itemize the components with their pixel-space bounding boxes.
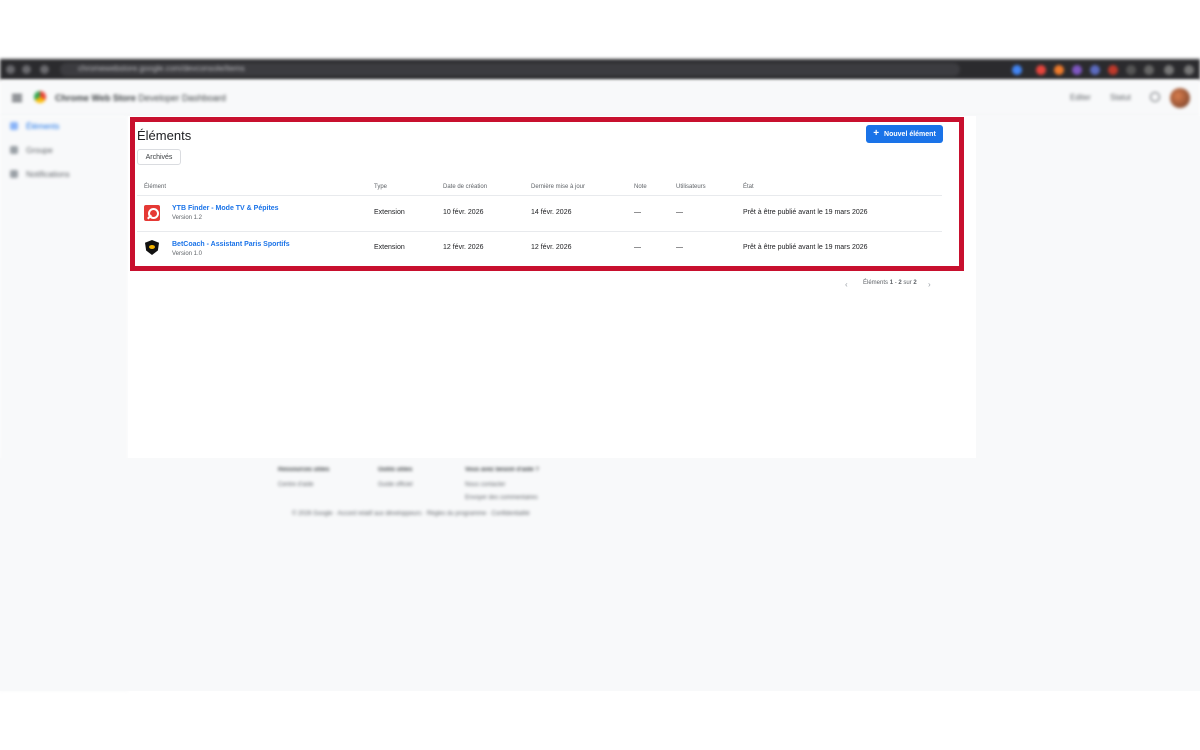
sidebar-item-elements[interactable]: Éléments — [10, 119, 59, 133]
bell-icon — [10, 170, 18, 178]
sidebar-item-label: Notifications — [26, 169, 70, 179]
extension-icon[interactable] — [1126, 65, 1136, 75]
app-header: Chrome Web Store Developer Dashboard Edi… — [0, 80, 1200, 116]
group-icon — [10, 146, 18, 154]
extension-icon[interactable] — [1036, 65, 1046, 75]
footer-link[interactable]: Centre d'aide — [278, 482, 314, 488]
pagination-text: Éléments 1 - 2 sur 2 — [863, 280, 917, 286]
menu-icon[interactable] — [12, 94, 22, 102]
screen: chromewebstore.google.com/devconsole/ite… — [0, 0, 1200, 750]
sidebar-item-label: Groupe — [26, 145, 53, 155]
profile-icon[interactable] — [1164, 65, 1174, 75]
footer-heading: Ressources utiles — [278, 467, 330, 473]
chevron-left-icon[interactable]: ‹ — [845, 280, 848, 289]
page-background — [0, 458, 1200, 691]
extension-icon[interactable] — [1072, 65, 1082, 75]
reload-icon[interactable] — [40, 65, 49, 74]
footer-link[interactable]: Nous contacter — [465, 482, 505, 488]
extension-icon[interactable] — [1012, 65, 1022, 75]
chevron-right-icon[interactable]: › — [928, 280, 931, 289]
footer-heading: Outils utiles — [378, 467, 413, 473]
header-link[interactable]: Editer — [1070, 93, 1091, 102]
forward-icon[interactable] — [22, 65, 31, 74]
extension-icon[interactable] — [1054, 65, 1064, 75]
footer-legal: © 2026 Google · Accord relatif aux dével… — [292, 511, 530, 517]
page-background — [976, 116, 1200, 458]
sidebar-item-group[interactable]: Groupe — [10, 143, 53, 157]
kebab-menu-icon[interactable] — [1184, 65, 1194, 75]
footer-link[interactable]: Envoyer des commentaires — [465, 495, 538, 501]
web-store-logo[interactable] — [34, 91, 46, 103]
app-title: Chrome Web Store Developer Dashboard — [55, 93, 226, 103]
help-icon[interactable] — [1150, 92, 1160, 102]
address-bar-url: chromewebstore.google.com/devconsole/ite… — [78, 64, 245, 73]
puzzle-icon[interactable] — [1144, 65, 1154, 75]
sidebar-item-label: Éléments — [26, 121, 60, 131]
footer-heading: Vous avez besoin d'aide ? — [465, 467, 540, 473]
browser-toolbar: chromewebstore.google.com/devconsole/ite… — [0, 59, 1200, 80]
header-link[interactable]: Statut — [1110, 93, 1131, 102]
grid-icon — [10, 122, 18, 130]
footer-link[interactable]: Guide officiel — [378, 482, 413, 488]
avatar[interactable] — [1170, 88, 1190, 108]
back-icon[interactable] — [6, 65, 15, 74]
address-bar[interactable]: chromewebstore.google.com/devconsole/ite… — [60, 63, 960, 76]
sidebar-item-notifications[interactable]: Notifications — [10, 167, 70, 181]
extension-icon[interactable] — [1108, 65, 1118, 75]
extension-icon[interactable] — [1090, 65, 1100, 75]
highlight-box — [130, 117, 964, 271]
